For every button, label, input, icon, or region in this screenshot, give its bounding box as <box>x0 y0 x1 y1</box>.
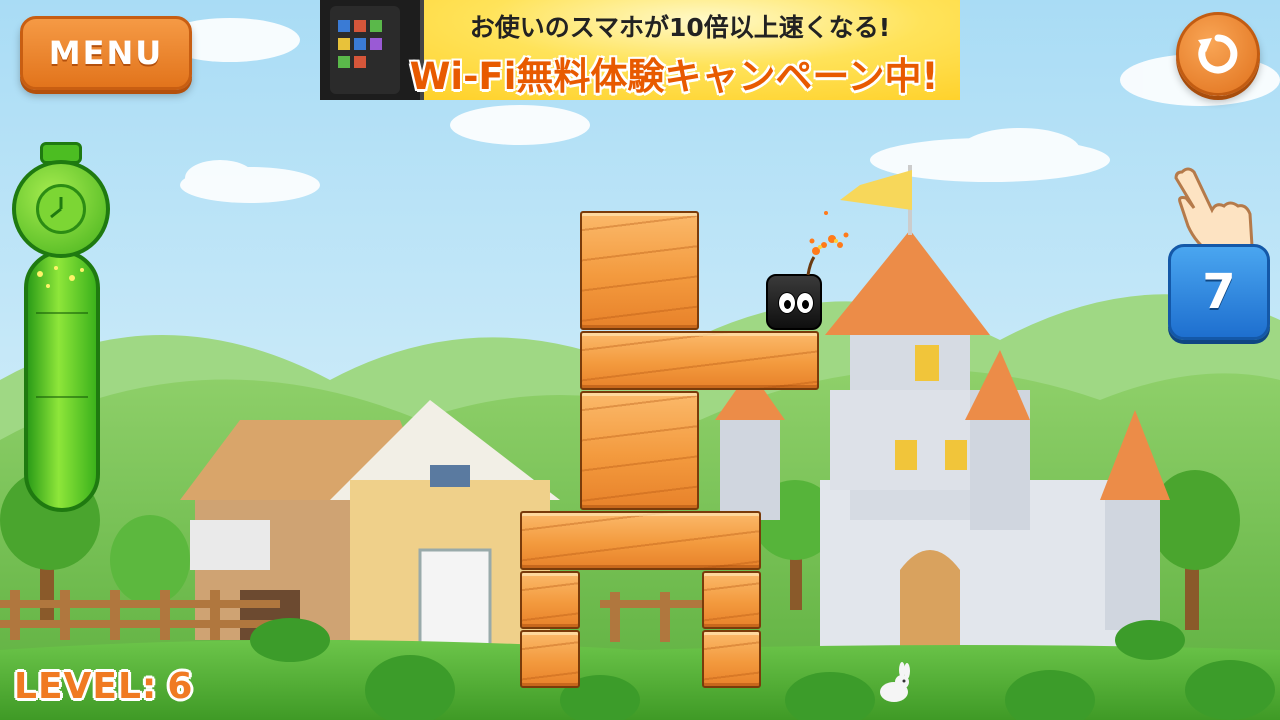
ad-campaign-text: Wi-Fi無料体験キャンペーン中! <box>409 55 939 98</box>
game-scene[interactable]: お使いのスマホが10倍以上速くなる! Wi-Fi無料体験キャンペーン中! MEN… <box>0 0 1280 720</box>
restart-button[interactable] <box>1176 12 1260 96</box>
menu-button[interactable]: MENU <box>20 16 192 90</box>
wood-block[interactable] <box>580 331 819 390</box>
level-number: 6 <box>167 666 194 707</box>
wood-block[interactable] <box>702 630 761 688</box>
rabbit-sprite <box>880 662 910 702</box>
stopwatch-icon <box>12 160 110 258</box>
wood-block[interactable] <box>520 571 580 629</box>
tap-counter: 7 <box>1168 244 1270 340</box>
sparkle-icon <box>37 266 84 288</box>
wood-block[interactable] <box>520 630 580 688</box>
wood-block[interactable] <box>580 391 699 510</box>
wood-block[interactable] <box>702 571 761 629</box>
level-indicator: LEVEL: 6 <box>14 666 203 710</box>
restart-icon <box>1198 34 1238 74</box>
wood-block[interactable] <box>520 511 761 570</box>
ad-headline: お使いのスマホが10倍以上速くなる! <box>469 13 891 42</box>
bomb-character <box>766 274 822 330</box>
fuse-spark-icon <box>806 211 849 276</box>
ad-banner[interactable]: お使いのスマホが10倍以上速くなる! Wi-Fi無料体験キャンペーン中! <box>320 0 960 100</box>
timer-gauge <box>24 250 100 512</box>
bomb-eye-right <box>796 292 814 314</box>
wood-block[interactable] <box>580 211 699 330</box>
level-label: LEVEL: <box>14 666 158 707</box>
bomb-eye-left <box>778 292 796 314</box>
